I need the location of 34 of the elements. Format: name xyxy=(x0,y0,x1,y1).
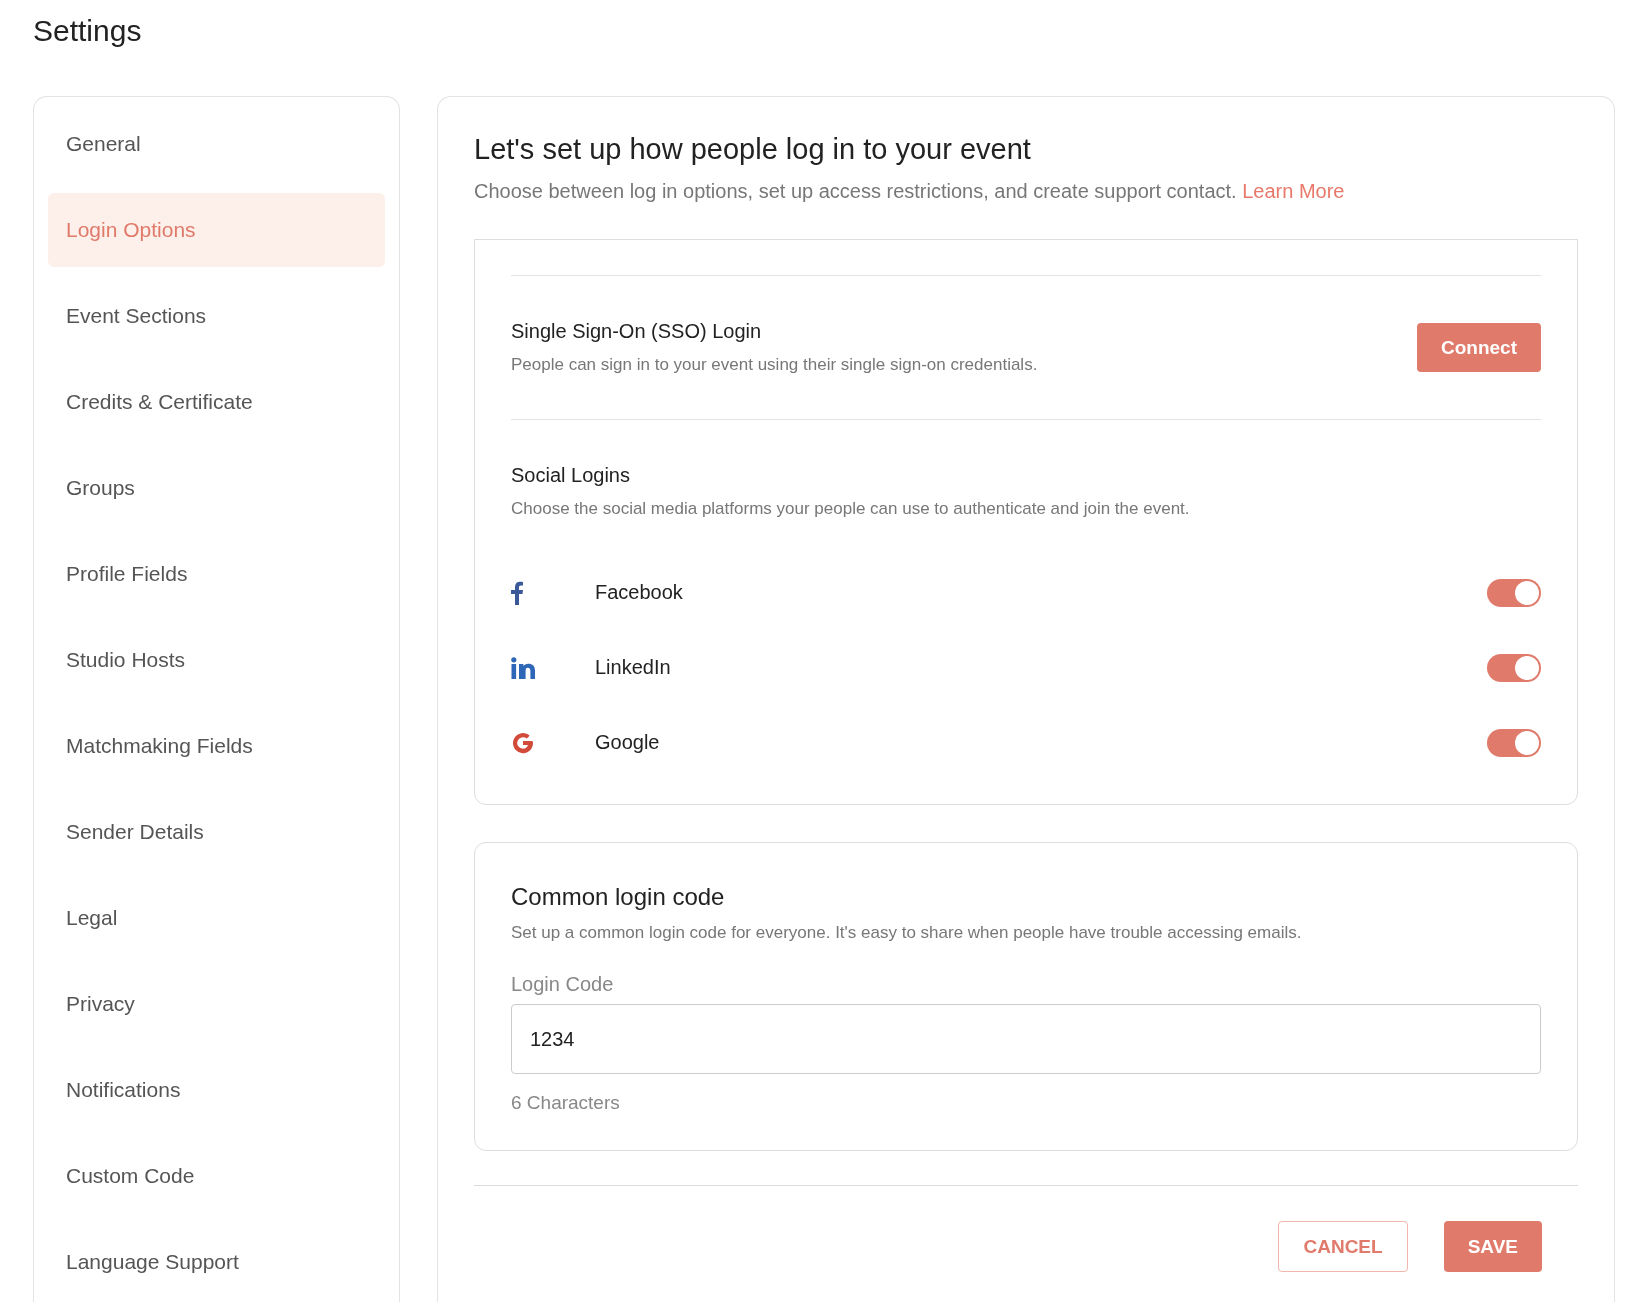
section-subtitle: Choose between log in options, set up access restrictions, and create support contact. Learn More xyxy=(474,180,1346,203)
sidebar-item[interactable]: Credits & Certificate xyxy=(48,365,385,439)
sso-title: Single Sign-On (SSO) Login xyxy=(511,320,763,343)
sso-description: People can sign in to your event using their single sign-on credentials. xyxy=(511,355,1039,375)
login-code-field[interactable]: 1234 xyxy=(511,1004,1541,1074)
sidebar-item[interactable]: Sender Details xyxy=(48,795,385,869)
sidebar-item[interactable]: Legal xyxy=(48,881,385,955)
provider-name: Google xyxy=(595,731,661,754)
sidebar-item[interactable]: Profile Fields xyxy=(48,537,385,611)
field-hint: 6 Characters xyxy=(511,1092,621,1114)
social-logins-description: Choose the social media platforms your people can use to authenticate and join the event. xyxy=(511,499,1191,519)
section-heading: Let's set up how people log in to your event xyxy=(474,133,1032,166)
sidebar-item[interactable]: Matchmaking Fields xyxy=(48,709,385,783)
sidebar-item[interactable]: Studio Hosts xyxy=(48,623,385,697)
sidebar-item[interactable]: Groups xyxy=(48,451,385,525)
page-title: Settings xyxy=(33,14,143,48)
google-icon xyxy=(511,730,535,755)
field-label: Login Code xyxy=(511,973,615,996)
sidebar-item[interactable]: Event Sections xyxy=(48,279,385,353)
provider-name: LinkedIn xyxy=(595,656,672,679)
toggle-switch[interactable] xyxy=(1487,728,1541,757)
toggle-switch[interactable] xyxy=(1487,653,1541,682)
sidebar-item[interactable]: Notifications xyxy=(48,1053,385,1127)
toggle-switch[interactable] xyxy=(1487,578,1541,607)
facebook-icon xyxy=(511,580,523,605)
provider-name: Facebook xyxy=(595,581,684,604)
sidebar-item[interactable]: Language Support xyxy=(48,1225,385,1299)
social-logins-title: Social Logins xyxy=(511,464,631,487)
login-code-description: Set up a common login code for everyone. It's easy to share when people have trouble accessing emails. xyxy=(511,923,1303,943)
sidebar-item[interactable]: General xyxy=(48,107,385,181)
linkedin-icon xyxy=(511,656,535,679)
sidebar-item[interactable]: Custom Code xyxy=(48,1139,385,1213)
login-code-title: Common login code xyxy=(511,883,726,911)
sidebar-item[interactable]: Privacy xyxy=(48,967,385,1041)
